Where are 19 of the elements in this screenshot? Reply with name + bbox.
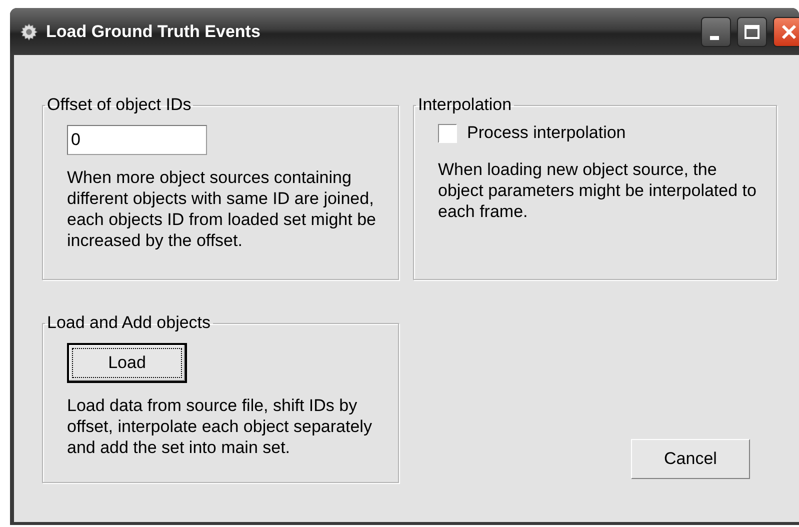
group-title: Interpolation (417, 95, 513, 115)
description-text: When more object sources containing different objects with same ID are joined, each objects ID from loaded set might be increased by the offset. (67, 167, 377, 251)
description-text: Load data from source file, shift IDs by offset, interpolate each object separately and add the set into main set. (67, 395, 373, 458)
load-button[interactable]: Load (67, 343, 187, 383)
close-icon (781, 24, 797, 40)
cancel-button[interactable]: Cancel (631, 439, 750, 479)
description-text: When loading new object source, the object parameters might be interpolated to each frame. (438, 159, 758, 222)
group-title: Load and Add objects (46, 313, 212, 333)
window-title: Load Ground Truth Events (46, 22, 262, 42)
minimize-icon (710, 36, 718, 40)
maximize-button[interactable] (737, 16, 767, 46)
close-button[interactable] (773, 16, 799, 46)
group-title: Offset of object IDs (46, 95, 192, 115)
checkbox-label[interactable]: Process interpolation (467, 123, 626, 143)
offset-input[interactable]: 0 (67, 125, 207, 155)
gear-icon (20, 22, 38, 40)
minimize-button[interactable] (701, 16, 731, 46)
maximize-icon (744, 24, 760, 40)
checkbox[interactable] (438, 124, 457, 142)
